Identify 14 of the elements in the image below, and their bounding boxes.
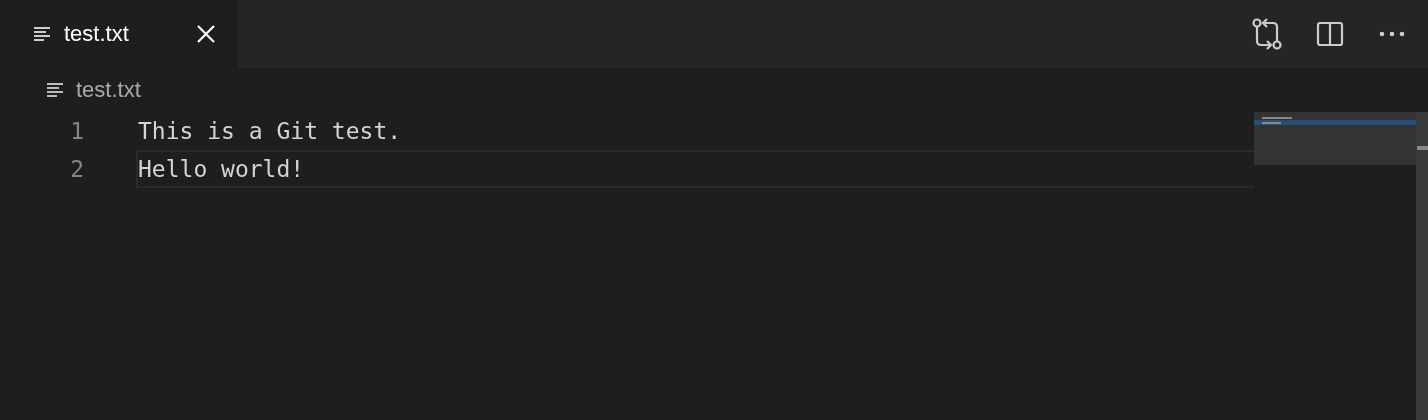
tab-label: test.txt — [64, 21, 130, 47]
compare-changes-icon[interactable] — [1252, 17, 1282, 51]
more-actions-icon[interactable] — [1378, 30, 1406, 38]
text-file-icon — [47, 82, 65, 98]
code-line: This is a Git test. — [137, 117, 403, 146]
text-file-icon — [34, 26, 52, 42]
split-editor-icon[interactable] — [1316, 20, 1344, 48]
line-number: 1 — [69, 118, 84, 144]
close-icon[interactable] — [196, 24, 216, 44]
scrollbar[interactable] — [1416, 112, 1428, 420]
breadcrumb-item[interactable]: test.txt — [76, 77, 141, 103]
line-number: 2 — [69, 156, 84, 182]
code-line: Hello world! — [136, 150, 1254, 188]
editor-tab[interactable]: test.txt — [0, 0, 238, 68]
